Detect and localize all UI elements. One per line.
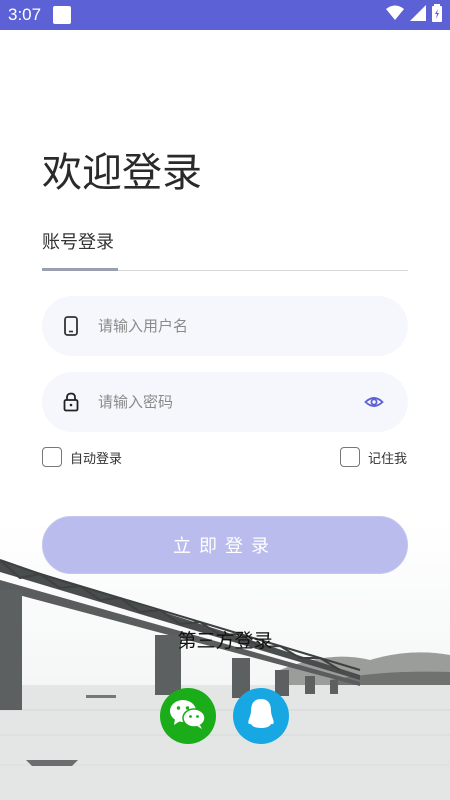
phone-icon bbox=[62, 316, 80, 336]
username-field[interactable] bbox=[42, 296, 408, 356]
remember-me-label: 记住我 bbox=[368, 451, 408, 467]
auto-login-option[interactable]: 自动登录 bbox=[42, 447, 122, 467]
status-bar: 3:07 bbox=[0, 0, 450, 30]
username-input[interactable] bbox=[98, 317, 328, 335]
auto-login-checkbox[interactable] bbox=[42, 447, 62, 467]
qq-penguin-icon bbox=[246, 697, 276, 735]
status-time: 3:07 bbox=[8, 5, 42, 24]
login-button[interactable]: 立即登录 bbox=[42, 516, 408, 574]
tab-account-login[interactable]: 账号登录 bbox=[42, 228, 114, 254]
signal-icon bbox=[410, 5, 426, 25]
remember-me-option[interactable]: 记住我 bbox=[340, 447, 407, 467]
third-party-login-label: 第三方登录 bbox=[177, 630, 273, 652]
wifi-icon bbox=[386, 5, 404, 25]
lock-icon bbox=[62, 392, 80, 412]
battery-icon bbox=[432, 4, 442, 26]
notification-icon bbox=[53, 6, 72, 24]
wechat-login-button[interactable] bbox=[160, 688, 216, 744]
password-input[interactable] bbox=[98, 393, 328, 411]
page-title: 欢迎登录 bbox=[42, 150, 202, 196]
auto-login-label: 自动登录 bbox=[70, 451, 123, 467]
wechat-icon bbox=[168, 697, 208, 735]
remember-me-checkbox[interactable] bbox=[340, 447, 360, 467]
password-field[interactable] bbox=[42, 372, 408, 432]
qq-login-button[interactable] bbox=[233, 688, 289, 744]
show-password-eye-icon[interactable] bbox=[364, 392, 384, 416]
tab-active-indicator bbox=[42, 268, 118, 271]
